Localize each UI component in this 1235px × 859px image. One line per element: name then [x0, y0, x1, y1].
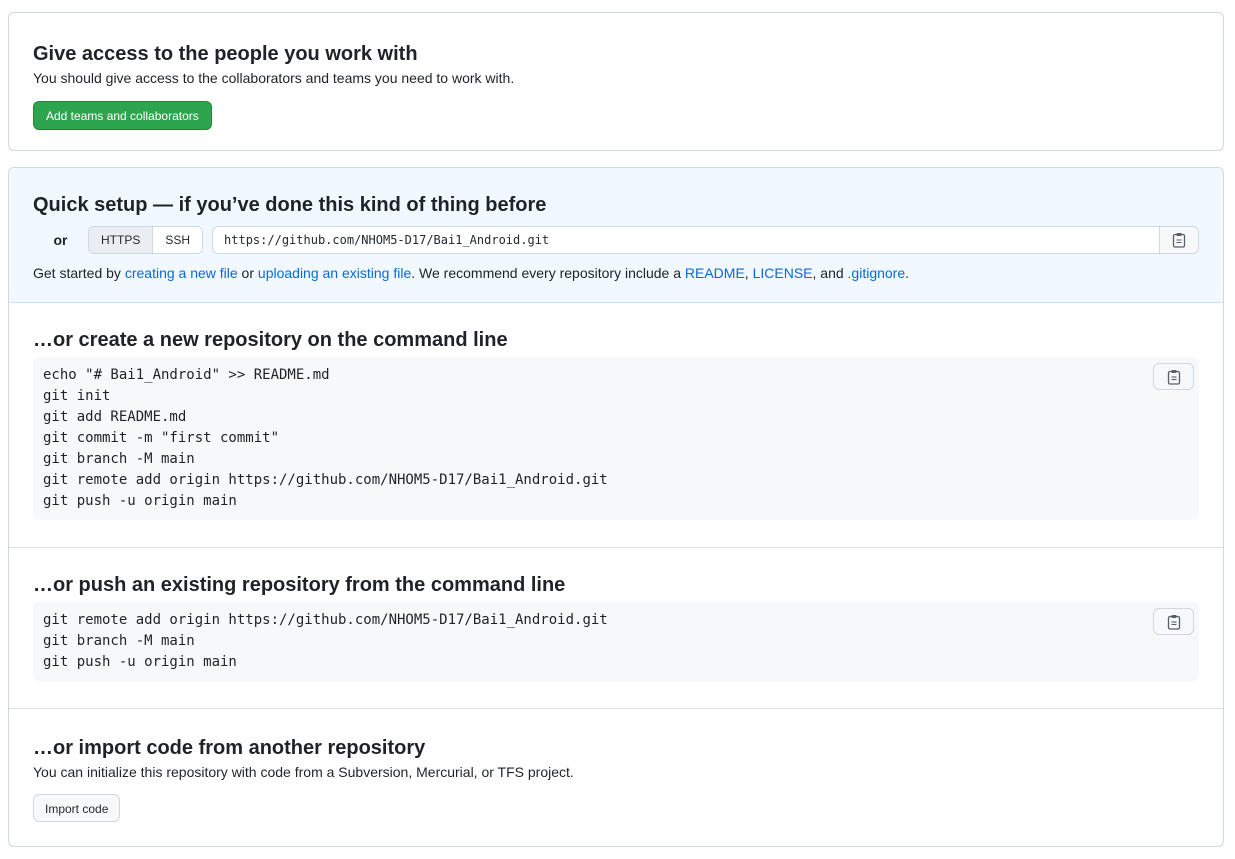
import-repo-title: …or import code from another repository	[33, 737, 426, 759]
period-text: .	[905, 265, 910, 281]
clone-url-row: or HTTPS SSH https://github.com/NHOM5-D1…	[33, 226, 1199, 254]
clipboard-icon	[1172, 232, 1186, 248]
push-repo-code: git remote add origin https://github.com…	[43, 612, 608, 670]
clone-url-input[interactable]: https://github.com/NHOM5-D17/Bai1_Androi…	[212, 226, 1159, 254]
license-link[interactable]: LICENSE	[753, 265, 813, 281]
add-collaborators-button[interactable]: Add teams and collaborators	[33, 101, 212, 130]
or-text: or	[237, 265, 258, 281]
copy-push-code-button[interactable]	[1153, 608, 1194, 635]
access-description: You should give access to the collaborat…	[33, 70, 515, 86]
protocol-toggle: HTTPS SSH	[88, 226, 204, 254]
readme-link[interactable]: README	[685, 265, 745, 281]
quick-setup-title: Quick setup — if you’ve done this kind o…	[33, 194, 547, 216]
clone-url-group: https://github.com/NHOM5-D17/Bai1_Androi…	[212, 226, 1199, 254]
create-repo-code-block: echo "# Bai1_Android" >> README.md git i…	[33, 357, 1199, 520]
access-panel: Give access to the people you work with …	[8, 12, 1224, 151]
ssh-tab[interactable]: SSH	[153, 227, 203, 253]
gitignore-link[interactable]: .gitignore	[848, 265, 906, 281]
clipboard-icon	[1167, 369, 1181, 385]
upload-file-link[interactable]: uploading an existing file	[258, 265, 411, 281]
setup-panel: Quick setup — if you’ve done this kind o…	[8, 167, 1224, 847]
quick-setup-section: Quick setup — if you’ve done this kind o…	[9, 168, 1223, 303]
push-repo-code-block: git remote add origin https://github.com…	[33, 602, 1199, 681]
copy-url-button[interactable]	[1159, 226, 1199, 254]
clipboard-icon	[1167, 614, 1181, 630]
import-repo-description: You can initialize this repository with …	[33, 764, 574, 780]
recommend-text: . We recommend every repository include …	[411, 265, 685, 281]
create-repo-code: echo "# Bai1_Android" >> README.md git i…	[43, 367, 608, 509]
create-new-file-link[interactable]: creating a new file	[125, 265, 238, 281]
push-repo-section: …or push an existing repository from the…	[9, 548, 1223, 709]
and-text: , and	[812, 265, 848, 281]
push-repo-title: …or push an existing repository from the…	[33, 574, 566, 596]
access-title: Give access to the people you work with	[33, 43, 418, 65]
import-code-button[interactable]: Import code	[33, 794, 121, 822]
get-started-prefix: Get started by	[33, 265, 125, 281]
create-repo-section: …or create a new repository on the comma…	[9, 303, 1223, 548]
https-tab[interactable]: HTTPS	[89, 227, 154, 253]
copy-create-code-button[interactable]	[1153, 363, 1194, 390]
get-started-text: Get started by creating a new file or up…	[33, 263, 1199, 283]
or-label: or	[53, 232, 68, 248]
create-repo-title: …or create a new repository on the comma…	[33, 329, 508, 351]
import-repo-section: …or import code from another repository …	[9, 709, 1223, 822]
comma-text: ,	[744, 265, 753, 281]
